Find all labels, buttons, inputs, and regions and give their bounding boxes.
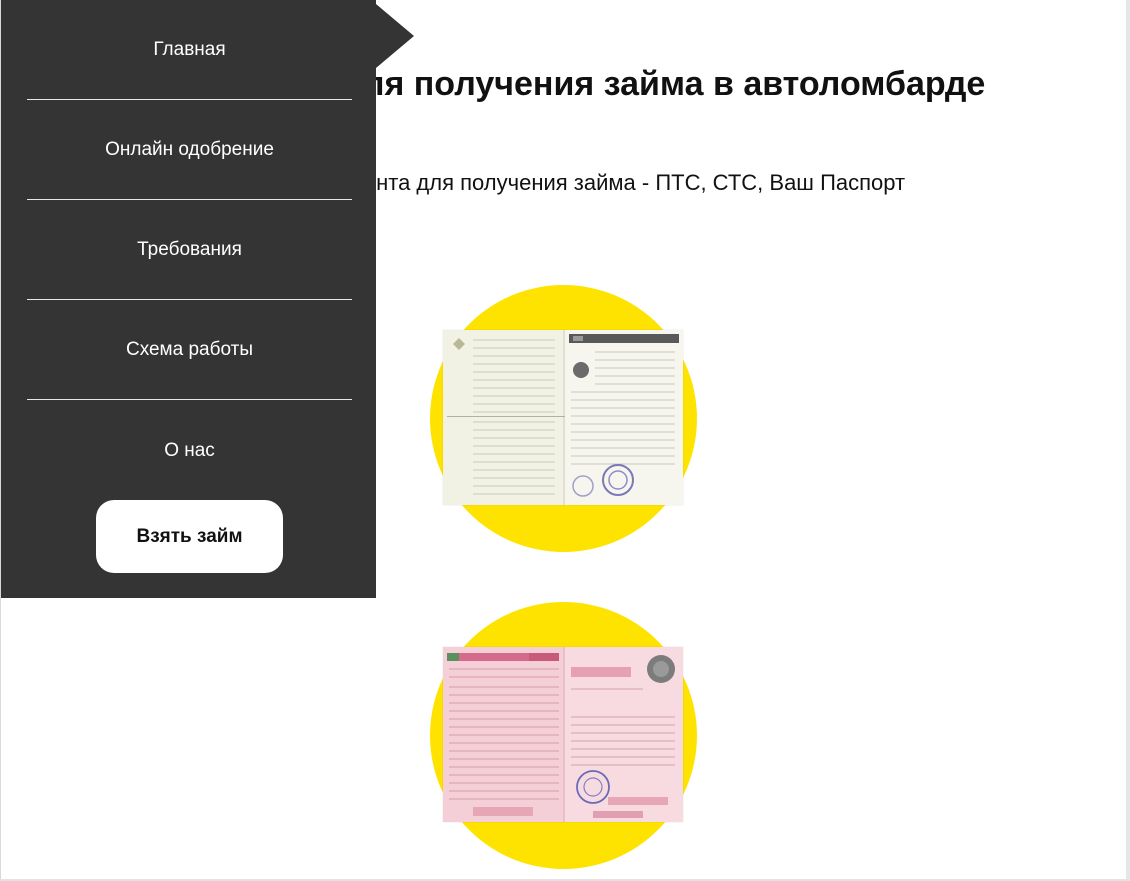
menu-arrow-tab <box>376 4 414 68</box>
nav-item-label: Главная <box>153 39 226 60</box>
nav-item-home[interactable]: Главная <box>27 0 352 100</box>
nav-item-label: Требования <box>137 239 242 260</box>
nav-item-requirements[interactable]: Требования <box>27 200 352 300</box>
nav-item-about[interactable]: О нас <box>27 400 352 500</box>
vehicle-registration-certificate-icon <box>443 647 683 822</box>
nav-item-label: О нас <box>164 440 215 461</box>
scrollbar-track[interactable] <box>1126 0 1130 881</box>
nav-item-workflow[interactable]: Схема работы <box>27 300 352 400</box>
vehicle-passport-document-icon <box>443 330 683 505</box>
nav-menu-panel: Главная Онлайн одобрение Требования Схем… <box>1 0 376 598</box>
nav-item-label: Схема работы <box>125 339 253 360</box>
nav-item-label: Онлайн одобрение <box>105 139 274 160</box>
nav-item-online-approval[interactable]: Онлайн одобрение <box>27 100 352 200</box>
take-loan-button[interactable]: Взять займ <box>96 500 283 573</box>
